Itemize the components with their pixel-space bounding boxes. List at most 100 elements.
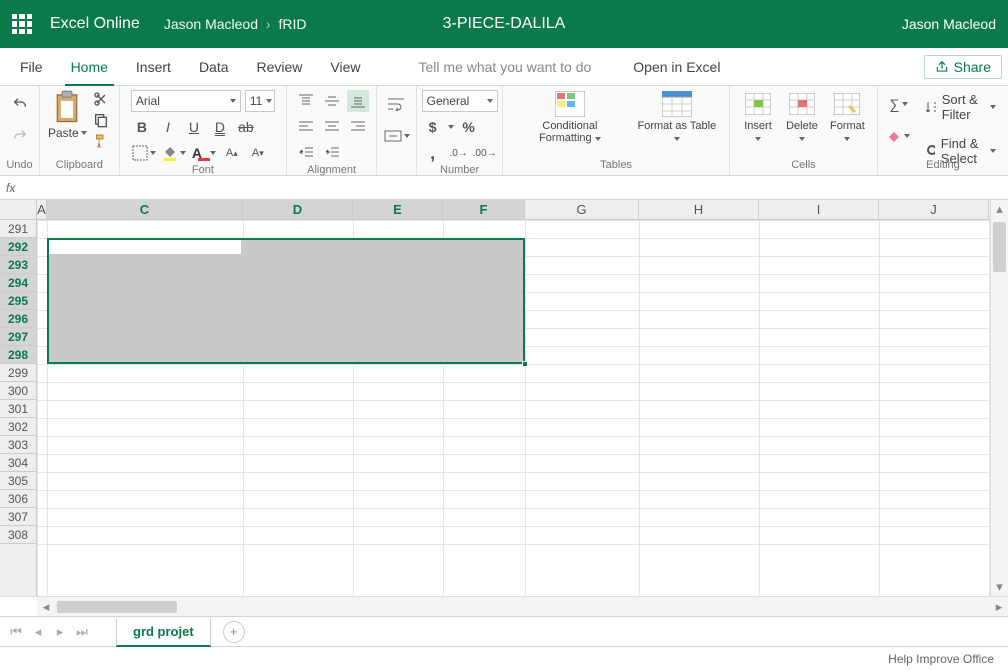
row-header[interactable]: 293 (0, 256, 36, 274)
clear-button[interactable] (886, 125, 912, 147)
scroll-down-arrow[interactable]: ▾ (991, 578, 1008, 596)
tab-data[interactable]: Data (185, 48, 243, 85)
format-cells-button[interactable]: Format (826, 90, 869, 144)
bold-button[interactable]: B (131, 116, 153, 138)
row-header[interactable]: 303 (0, 436, 36, 454)
align-left-button[interactable] (295, 116, 317, 138)
undo-button[interactable] (10, 94, 30, 114)
sheet-tab[interactable]: grd projet (116, 619, 211, 647)
format-painter-button[interactable] (91, 132, 111, 150)
fill-color-button[interactable] (161, 142, 187, 164)
conditional-formatting-button[interactable]: Conditional Formatting (511, 90, 629, 144)
row-header[interactable]: 299 (0, 364, 36, 382)
horizontal-scrollbar[interactable]: ◂ ▸ (37, 597, 1008, 616)
breadcrumb-folder[interactable]: fRID (278, 16, 306, 32)
font-name-select[interactable]: Arial (131, 90, 241, 112)
document-title[interactable]: 3-PIECE-DALILA (443, 15, 566, 33)
user-menu[interactable]: Jason Macleod (902, 16, 996, 32)
align-middle-button[interactable] (321, 90, 343, 112)
column-header[interactable]: F (443, 200, 525, 219)
row-header[interactable]: 300 (0, 382, 36, 400)
sheet-nav-first[interactable]: ⏮ (6, 622, 26, 642)
format-as-table-button[interactable]: Format as Table (633, 90, 721, 144)
column-header[interactable]: C (47, 200, 243, 219)
row-header[interactable]: 304 (0, 454, 36, 472)
increase-decimal-button[interactable]: .0→ (448, 142, 470, 164)
align-bottom-button[interactable] (347, 90, 369, 112)
font-color-button[interactable]: A (191, 142, 217, 164)
underline-button[interactable]: U (183, 116, 205, 138)
cut-button[interactable] (91, 90, 111, 108)
row-header[interactable]: 305 (0, 472, 36, 490)
column-header[interactable]: G (525, 200, 639, 219)
open-in-excel[interactable]: Open in Excel (619, 48, 734, 85)
vertical-scrollbar[interactable]: ▴ ▾ (990, 200, 1008, 596)
fill-handle[interactable] (522, 361, 528, 367)
tab-view[interactable]: View (316, 48, 374, 85)
hscroll-thumb[interactable] (57, 601, 177, 613)
redo-button[interactable] (10, 126, 30, 146)
row-header[interactable]: 297 (0, 328, 36, 346)
copy-button[interactable] (91, 111, 111, 129)
number-format-select[interactable]: General (422, 90, 498, 112)
sheet-nav-prev[interactable]: ◂ (28, 622, 48, 642)
strikethrough-button[interactable]: ab (235, 116, 257, 138)
help-improve-link[interactable]: Help Improve Office (888, 652, 994, 666)
insert-cells-button[interactable]: Insert (738, 90, 778, 144)
scroll-right-arrow[interactable]: ▸ (990, 599, 1008, 615)
row-header[interactable]: 298 (0, 346, 36, 364)
wrap-text-button[interactable] (384, 93, 410, 115)
scroll-up-arrow[interactable]: ▴ (991, 200, 1008, 218)
column-header[interactable]: D (243, 200, 353, 219)
font-size-select[interactable]: 11 (245, 90, 275, 112)
align-center-button[interactable] (321, 116, 343, 138)
comma-button[interactable]: , (422, 142, 444, 164)
row-header[interactable]: 296 (0, 310, 36, 328)
sheet-nav-last[interactable]: ⏭ (72, 622, 92, 642)
select-all-corner[interactable] (0, 200, 37, 220)
column-header[interactable]: J (879, 200, 989, 219)
merge-button[interactable] (384, 125, 410, 147)
column-header[interactable]: A (37, 200, 47, 219)
cells-area[interactable] (37, 220, 990, 596)
add-sheet-button[interactable]: + (223, 621, 245, 643)
column-header[interactable]: H (639, 200, 759, 219)
breadcrumb-user[interactable]: Jason Macleod (164, 16, 258, 32)
tab-file[interactable]: File (6, 48, 57, 85)
breadcrumb[interactable]: Jason Macleod › fRID (164, 16, 307, 32)
shrink-font-button[interactable]: A▾ (247, 142, 269, 164)
tell-me-search[interactable]: Tell me what you want to do (405, 48, 606, 85)
column-header[interactable]: E (353, 200, 443, 219)
row-header[interactable]: 306 (0, 490, 36, 508)
row-header[interactable]: 307 (0, 508, 36, 526)
delete-cells-button[interactable]: Delete (782, 90, 822, 144)
row-header[interactable]: 308 (0, 526, 36, 544)
tab-review[interactable]: Review (243, 48, 317, 85)
formula-bar[interactable]: fx (0, 176, 1008, 200)
row-header[interactable]: 301 (0, 400, 36, 418)
decrease-indent-button[interactable] (295, 142, 317, 164)
increase-indent-button[interactable] (321, 142, 343, 164)
scroll-left-arrow[interactable]: ◂ (37, 599, 55, 615)
sort-filter-button[interactable]: Sort & Filter (922, 90, 1000, 124)
share-button[interactable]: Share (924, 55, 1002, 79)
tab-home[interactable]: Home (57, 48, 122, 85)
decrease-decimal-button[interactable]: .00→ (474, 142, 496, 164)
sheet-nav-next[interactable]: ▸ (50, 622, 70, 642)
row-header[interactable]: 292 (0, 238, 36, 256)
row-header[interactable]: 291 (0, 220, 36, 238)
paste-button[interactable]: Paste (48, 90, 87, 140)
autosum-button[interactable]: ∑ (886, 93, 912, 115)
row-header[interactable]: 302 (0, 418, 36, 436)
currency-button[interactable]: $ (422, 116, 444, 138)
row-header[interactable]: 295 (0, 292, 36, 310)
tab-insert[interactable]: Insert (122, 48, 185, 85)
row-header[interactable]: 294 (0, 274, 36, 292)
vscroll-thumb[interactable] (993, 222, 1006, 272)
border-button[interactable] (131, 142, 157, 164)
double-underline-button[interactable]: D (209, 116, 231, 138)
app-launcher-icon[interactable] (12, 14, 32, 34)
align-right-button[interactable] (347, 116, 369, 138)
grow-font-button[interactable]: A▴ (221, 142, 243, 164)
percent-button[interactable]: % (458, 116, 480, 138)
